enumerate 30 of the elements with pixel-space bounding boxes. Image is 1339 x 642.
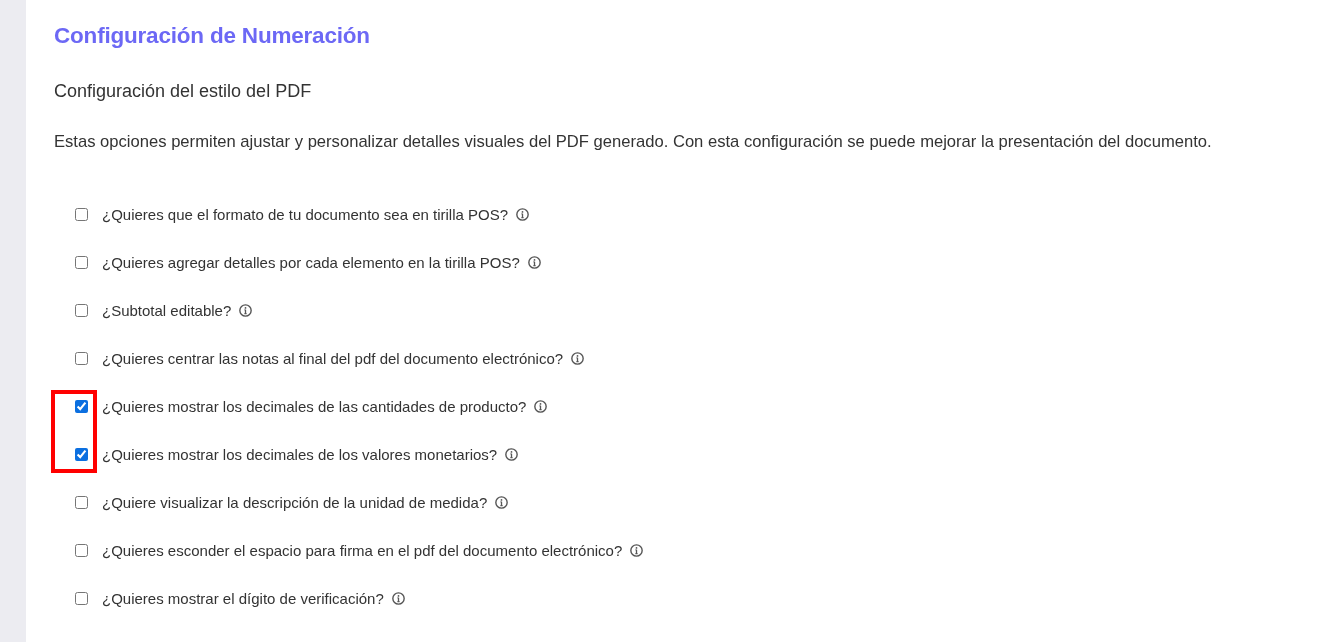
option-checkbox[interactable] [75, 351, 88, 365]
option-label: ¿Quieres centrar las notas al final del pdf del documento electrónico? [102, 349, 564, 367]
info-icon[interactable] [505, 447, 519, 461]
section-subtitle: Configuración del estilo del PDF [54, 80, 313, 102]
option-checkbox[interactable] [75, 543, 88, 557]
section-description: Estas opciones permiten ajustar y personalizar detalles visuales del PDF generado. Con esta configuración se puede mejorar la presentación del documento. [54, 132, 1213, 152]
option-checkbox[interactable] [75, 207, 88, 221]
info-icon[interactable] [516, 207, 530, 221]
option-label: ¿Quieres mostrar los decimales de los valores monetarios? [102, 445, 498, 463]
option-label: ¿Subtotal editable? [102, 301, 232, 319]
info-icon[interactable] [495, 495, 509, 509]
option-checkbox[interactable] [75, 447, 88, 461]
info-icon[interactable] [391, 591, 405, 605]
info-icon[interactable] [571, 351, 585, 365]
option-checkbox[interactable] [75, 495, 88, 509]
option-label: ¿Quieres mostrar el dígito de verificación? [102, 589, 384, 607]
option-label: ¿Quieres agregar detalles por cada elemento en la tirilla POS? [102, 253, 520, 271]
page-title: Configuración de Numeración [54, 22, 371, 50]
info-icon[interactable] [527, 255, 541, 269]
option-label: ¿Quieres esconder el espacio para firma en el pdf del documento electrónico? [102, 541, 623, 559]
info-icon[interactable] [239, 303, 253, 317]
option-checkbox[interactable] [75, 591, 88, 605]
option-label: ¿Quieres mostrar los decimales de las cantidades de producto? [102, 397, 527, 415]
option-label: ¿Quieres que el formato de tu documento sea en tirilla POS? [102, 205, 509, 223]
option-label: ¿Quiere visualizar la descripción de la unidad de medida? [102, 493, 488, 511]
option-checkbox[interactable] [75, 399, 88, 413]
info-icon[interactable] [534, 399, 548, 413]
option-checkbox[interactable] [75, 255, 88, 269]
option-checkbox[interactable] [75, 303, 88, 317]
info-icon[interactable] [630, 543, 644, 557]
